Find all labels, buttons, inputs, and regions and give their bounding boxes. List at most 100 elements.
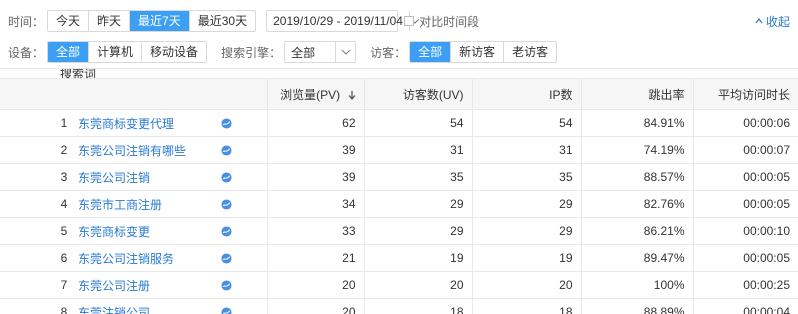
time-today-button[interactable]: 今天 (48, 11, 90, 31)
engine-value: 全部 (291, 45, 316, 60)
globe-icon[interactable] (221, 225, 232, 237)
row-icon-cell (221, 271, 267, 299)
header-pv-label: 浏览量(PV) (280, 87, 341, 102)
keyword-table: 浏览量(PV) 访客数(UV) IP数 跳出率 平均访问时长 1 东莞商标变更代… (0, 78, 798, 314)
table-row: 2 东莞公司注销有哪些 39 31 31 74.19% 00:00:07 (0, 136, 798, 164)
compare-toggle[interactable]: 对比时间段 (404, 13, 479, 30)
device-label: 设备： (8, 45, 45, 60)
device-button-group: 全部 计算机 移动设备 (47, 41, 208, 63)
table-row: 1 东莞商标变更代理 62 54 54 84.91% 00:00:06 (0, 109, 798, 137)
row-keyword-link[interactable]: 东莞公司注销 (78, 163, 221, 191)
row-ip: 31 (471, 136, 581, 164)
row-keyword-link[interactable]: 东莞公司注销有哪些 (78, 136, 221, 164)
date-range-picker[interactable]: 2019/10/29 - 2019/11/04 (266, 10, 420, 32)
row-keyword-link[interactable]: 东莞商标变更 (78, 217, 221, 245)
row-uv: 20 (363, 271, 472, 299)
time-last7-button[interactable]: 最近7天 (130, 11, 190, 31)
row-uv: 35 (363, 163, 472, 191)
row-icon-cell (221, 190, 267, 218)
header-ip[interactable]: IP数 (471, 78, 581, 110)
row-avg-time: 00:00:25 (692, 271, 798, 299)
time-button-group: 今天 昨天 最近7天 最近30天 (47, 10, 257, 32)
globe-icon[interactable] (221, 198, 232, 210)
row-pv: 33 (266, 217, 364, 245)
globe-icon[interactable] (221, 279, 232, 291)
chevron-down-icon (335, 42, 355, 62)
time-last30-button[interactable]: 最近30天 (189, 11, 256, 31)
row-avg-time: 00:00:05 (692, 190, 798, 218)
row-pv: 21 (266, 244, 364, 272)
visitor-returning-button[interactable]: 老访客 (504, 42, 557, 62)
header-avg-time-label: 平均访问时长 (717, 87, 790, 102)
row-icon-cell (221, 109, 267, 137)
globe-icon[interactable] (221, 306, 232, 314)
visitor-new-button[interactable]: 新访客 (451, 42, 505, 62)
row-index: 8 (0, 298, 78, 314)
globe-icon[interactable] (221, 117, 232, 129)
row-keyword-link[interactable]: 东莞注销公司 (78, 298, 221, 314)
globe-icon[interactable] (221, 144, 232, 156)
globe-icon[interactable] (221, 252, 232, 264)
globe-icon[interactable] (221, 171, 232, 183)
row-bounce: 74.19% (580, 136, 693, 164)
row-keyword-link[interactable]: 东莞公司注册 (78, 271, 221, 299)
row-icon-cell (221, 163, 267, 191)
row-bounce: 86.21% (580, 217, 693, 245)
row-keyword-link[interactable]: 东莞市工商注册 (78, 190, 221, 218)
table-row: 5 东莞商标变更 33 29 29 86.21% 00:00:10 (0, 217, 798, 245)
engine-select[interactable]: 全部 (284, 41, 357, 63)
header-bounce[interactable]: 跳出率 (580, 78, 693, 110)
row-index: 6 (0, 244, 78, 272)
header-avg-time[interactable]: 平均访问时长 (692, 78, 798, 110)
header-uv-label: 访客数(UV) (402, 87, 464, 102)
collapse-button[interactable]: 收起 (755, 13, 790, 30)
row-index: 2 (0, 136, 78, 164)
header-ip-label: IP数 (549, 87, 573, 102)
row-index: 4 (0, 190, 78, 218)
header-uv[interactable]: 访客数(UV) (363, 78, 472, 110)
table-row: 4 东莞市工商注册 34 29 29 82.76% 00:00:05 (0, 190, 798, 218)
table-row: 6 东莞公司注销服务 21 19 19 89.47% 00:00:05 (0, 244, 798, 272)
row-ip: 35 (471, 163, 581, 191)
device-mobile-button[interactable]: 移动设备 (142, 42, 207, 62)
row-bounce: 88.89% (580, 298, 693, 314)
row-icon-cell (221, 217, 267, 245)
visitor-label: 访客： (370, 45, 407, 60)
row-avg-time: 00:00:10 (692, 217, 798, 245)
row-pv: 39 (266, 136, 364, 164)
header-index (0, 78, 78, 110)
row-avg-time: 00:00:04 (692, 298, 798, 314)
compare-label: 对比时间段 (419, 14, 480, 29)
row-icon-cell (221, 136, 267, 164)
row-bounce: 89.47% (580, 244, 693, 272)
device-computer-button[interactable]: 计算机 (89, 42, 143, 62)
visitor-all-button[interactable]: 全部 (410, 42, 452, 62)
keyword-table-panel: 搜索词 浏览量(PV) 访客数(UV) IP数 跳出率 平均访问时长 1 东莞商… (0, 68, 798, 314)
row-uv: 29 (363, 217, 472, 245)
row-uv: 19 (363, 244, 472, 272)
row-icon-cell (221, 298, 267, 314)
collapse-label: 收起 (765, 14, 790, 29)
compare-checkbox[interactable] (404, 16, 415, 26)
row-ip: 29 (471, 217, 581, 245)
time-yesterday-button[interactable]: 昨天 (89, 11, 131, 31)
row-index: 7 (0, 271, 78, 299)
sort-down-icon[interactable] (348, 90, 356, 100)
header-pv[interactable]: 浏览量(PV) (266, 78, 364, 110)
header-bounce-label: 跳出率 (648, 87, 685, 102)
row-index: 1 (0, 109, 78, 137)
segment-filter-row: 设备： 全部 计算机 移动设备 搜索引擎： 全部 访客： 全部 新访客 老访客 (0, 41, 798, 63)
header-icon (221, 78, 267, 110)
row-pv: 39 (266, 163, 364, 191)
table-row: 8 东莞注销公司 20 18 18 88.89% 00:00:04 (0, 298, 798, 314)
row-pv: 20 (266, 298, 364, 314)
row-keyword-link[interactable]: 东莞商标变更代理 (78, 109, 221, 137)
row-index: 3 (0, 163, 78, 191)
time-label: 时间： (8, 14, 45, 29)
row-avg-time: 00:00:06 (692, 109, 798, 137)
device-all-button[interactable]: 全部 (48, 42, 90, 62)
time-filter-row: 时间： 今天 昨天 最近7天 最近30天 2019/10/29 - 2019/1… (0, 10, 798, 32)
row-keyword-link[interactable]: 东莞公司注销服务 (78, 244, 221, 272)
row-ip: 29 (471, 190, 581, 218)
row-uv: 29 (363, 190, 472, 218)
